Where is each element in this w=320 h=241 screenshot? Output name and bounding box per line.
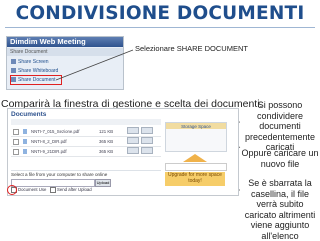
panel-title: Documents	[11, 111, 47, 118]
menu-subtitle: Share Document	[7, 48, 123, 56]
row-checkbox[interactable]	[13, 149, 19, 155]
share-row-button[interactable]	[127, 147, 139, 154]
upload-section: Select a file from your computer to shar…	[11, 170, 161, 193]
send-after-upload-label: Send after Upload	[57, 187, 92, 193]
share-document-icon	[11, 77, 16, 83]
note-existing-documents: Si possono condividere documenti precede…	[244, 100, 316, 152]
callout-share-document: Selezionare SHARE DOCUMENT	[135, 44, 248, 53]
share-row-button[interactable]	[127, 127, 139, 134]
file-name: NNTI-9_21DIR.pdf	[31, 149, 67, 154]
file-size: 365 KB	[99, 139, 114, 144]
options-row-button[interactable]	[141, 137, 153, 144]
table-row[interactable]: NNTI-8_2_DIR.pdf 365 KB	[11, 137, 161, 147]
warning-icon	[183, 154, 207, 162]
menu-header: Dimdim Web Meeting	[7, 37, 123, 47]
file-path-field[interactable]	[11, 179, 95, 187]
pdf-file-icon	[23, 129, 27, 134]
table-row[interactable]: NNTI-7_015_Sezione.pdf 121 KB	[11, 127, 161, 137]
upload-button[interactable]: Upload	[95, 179, 111, 187]
file-name: NNTI-7_015_Sezione.pdf	[31, 129, 80, 134]
storage-info	[165, 163, 227, 171]
file-size: 365 KB	[99, 149, 114, 154]
share-screen-icon	[11, 59, 16, 65]
note-checkbox: Se è sbarrata la casellina, il file verr…	[244, 178, 316, 241]
table-row[interactable]: NNTI-9_21DIR.pdf 365 KB	[11, 147, 161, 157]
panel-column-header	[11, 119, 161, 125]
storage-title: Storage Space	[181, 124, 211, 129]
menu-screenshot: Dimdim Web Meeting Share Document Share …	[6, 36, 124, 90]
options-row-button[interactable]	[141, 127, 153, 134]
pdf-file-icon	[23, 139, 27, 144]
upload-label: Select a file from your computer to shar…	[11, 172, 108, 177]
row-checkbox[interactable]	[13, 129, 19, 135]
page-title: CONDIVISIONE DOCUMENTI	[15, 3, 305, 24]
row-checkbox[interactable]	[13, 139, 19, 145]
share-whiteboard-icon	[11, 68, 16, 74]
share-row-button[interactable]	[127, 137, 139, 144]
upgrade-box: Upgrade for more space today!	[165, 154, 227, 188]
document-use-label: Document Use	[18, 187, 47, 193]
menu-item-share-whiteboard[interactable]: Share Whiteboard	[11, 67, 81, 75]
upload-options: Document Use Send after Upload	[11, 187, 92, 193]
file-name: NNTI-8_2_DIR.pdf	[31, 139, 67, 144]
storage-box: Storage Space	[165, 122, 227, 152]
options-row-button[interactable]	[141, 147, 153, 154]
send-after-upload-checkbox[interactable]	[50, 187, 57, 193]
file-size: 121 KB	[99, 129, 114, 134]
title-underline	[5, 27, 315, 28]
storage-sidebar: Storage Space Upgrade for more space tod…	[165, 120, 227, 190]
documents-panel: Documents NNTI-7_015_Sezione.pdf 121 KB …	[7, 108, 239, 196]
upgrade-link[interactable]: Upgrade for more space today!	[165, 172, 225, 186]
menu-item-share-document[interactable]: Share Document	[10, 75, 62, 85]
checkbox-highlight	[7, 185, 17, 195]
note-upload-new: Oppure caricare un nuovo file	[241, 148, 319, 169]
pdf-file-icon	[23, 149, 27, 154]
menu-item-share-screen[interactable]: Share Screen	[11, 58, 81, 66]
